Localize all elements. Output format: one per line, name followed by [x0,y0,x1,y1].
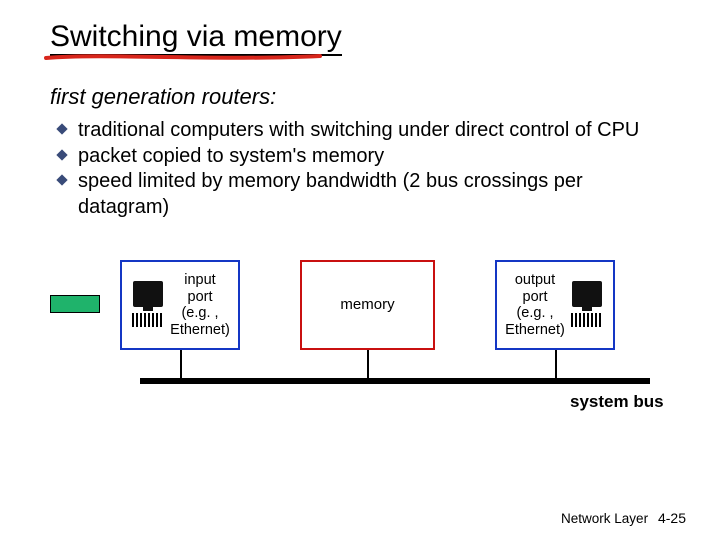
switching-diagram: input port (e.g. , Ethernet) memory outp… [50,250,670,420]
ethernet-port-icon [130,275,166,335]
input-port-label: input port (e.g. , Ethernet) [170,272,230,339]
bus-drop [555,350,557,378]
ethernet-port-icon [569,275,605,335]
diamond-icon [56,149,67,160]
bullet-list: traditional computers with switching und… [56,118,670,220]
packet-icon [50,295,100,313]
system-bus-line [140,378,650,384]
footer-page: 4-25 [658,510,686,526]
section-subhead: first generation routers: [50,84,670,110]
output-port-box: output port (e.g. , Ethernet) [495,260,615,350]
memory-box: memory [300,260,435,350]
bus-drop [367,350,369,378]
bullet-text: packet copied to system's memory [78,145,384,167]
bus-drop [180,350,182,378]
memory-label: memory [340,297,394,314]
title-block: Switching via memory [50,20,342,56]
diamond-icon [56,175,67,186]
slide-footer: Network Layer 4-25 [561,510,686,526]
bullet-text: traditional computers with switching und… [78,119,639,141]
slide-title: Switching via memory [50,20,342,56]
bullet-text: speed limited by memory bandwidth (2 bus… [78,170,583,218]
bullet-item: packet copied to system's memory [56,144,670,170]
diamond-icon [56,123,67,134]
footer-chapter: Network Layer [561,511,648,526]
input-port-box: input port (e.g. , Ethernet) [120,260,240,350]
output-port-label: output port (e.g. , Ethernet) [505,272,565,339]
bullet-item: traditional computers with switching und… [56,118,670,144]
system-bus-label: system bus [570,392,664,412]
bullet-item: speed limited by memory bandwidth (2 bus… [56,169,670,220]
